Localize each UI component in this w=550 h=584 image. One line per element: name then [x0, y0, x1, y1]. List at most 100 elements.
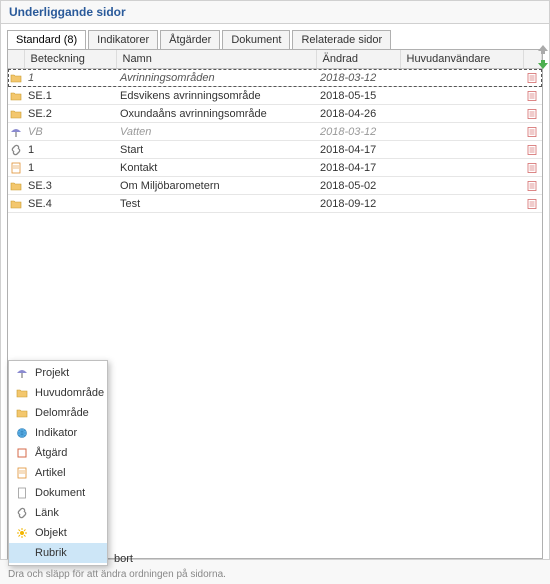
table-row[interactable]: 1Avrinningsområden2018-03-12 — [8, 69, 542, 87]
menu-item-label: Åtgärd — [35, 447, 67, 459]
cell-namn: Test — [116, 195, 316, 213]
folder-icon — [15, 406, 29, 420]
reorder-arrows — [536, 42, 550, 72]
folder-icon — [15, 386, 29, 400]
menu-item-dokument[interactable]: Dokument — [9, 483, 107, 503]
cell-huvudanvandare — [400, 87, 524, 105]
header-row: Beteckning Namn Ändrad Huvudanvändare — [8, 50, 542, 69]
menu-item-artikel[interactable]: Artikel — [9, 463, 107, 483]
menu-item-objekt[interactable]: Objekt — [9, 523, 107, 543]
cell-huvudanvandare — [400, 195, 524, 213]
folder-icon — [8, 69, 24, 87]
cell-andrad: 2018-03-12 — [316, 123, 400, 141]
row-action-icon[interactable] — [524, 159, 542, 177]
cell-andrad: 2018-05-02 — [316, 177, 400, 195]
doc-icon — [15, 466, 29, 480]
cell-beteckning: SE.1 — [24, 87, 116, 105]
sun-icon — [15, 526, 29, 540]
cell-beteckning: 1 — [24, 69, 116, 87]
cell-beteckning: 1 — [24, 141, 116, 159]
menu-item-label: Projekt — [35, 367, 69, 379]
row-action-icon[interactable] — [524, 123, 542, 141]
link-icon — [15, 506, 29, 520]
table-row[interactable]: 1Kontakt2018-04-17 — [8, 159, 542, 177]
cell-namn: Start — [116, 141, 316, 159]
cell-namn: Avrinningsområden — [116, 69, 316, 87]
doc-icon — [8, 159, 24, 177]
row-action-icon[interactable] — [524, 141, 542, 159]
cell-beteckning: 1 — [24, 159, 116, 177]
row-action-icon[interactable] — [524, 177, 542, 195]
cell-andrad: 2018-04-17 — [316, 141, 400, 159]
cell-namn: Kontakt — [116, 159, 316, 177]
tab-dokument[interactable]: Dokument — [222, 30, 290, 49]
tab-bar: Standard (8) Indikatorer Åtgärder Dokume… — [1, 24, 549, 49]
col-huvudanvandare[interactable]: Huvudanvändare — [400, 50, 524, 69]
cell-andrad: 2018-09-12 — [316, 195, 400, 213]
cell-huvudanvandare — [400, 123, 524, 141]
menu-item-rubrik[interactable]: Rubrik — [9, 543, 107, 563]
col-andrad[interactable]: Ändrad — [316, 50, 400, 69]
table-row[interactable]: SE.2Oxundaåns avrinningsområde2018-04-26 — [8, 105, 542, 123]
tab-relaterade[interactable]: Relaterade sidor — [292, 30, 391, 49]
cell-andrad: 2018-03-12 — [316, 69, 400, 87]
folder-icon — [8, 195, 24, 213]
move-down-icon[interactable] — [536, 58, 550, 72]
folder-icon — [8, 105, 24, 123]
menu-item-huvudområde[interactable]: Huvudområde — [9, 383, 107, 403]
col-namn[interactable]: Namn — [116, 50, 316, 69]
behind-text: bort — [114, 553, 133, 565]
table-row[interactable]: SE.1Edsvikens avrinningsområde2018-05-15 — [8, 87, 542, 105]
tab-atgarder[interactable]: Åtgärder — [160, 30, 220, 49]
col-beteckning[interactable]: Beteckning — [24, 50, 116, 69]
tab-indikatorer[interactable]: Indikatorer — [88, 30, 158, 49]
panel-title: Underliggande sidor — [1, 1, 549, 24]
context-menu: Projekt Huvudområde Delområde Indikator Åtgä… — [8, 360, 108, 566]
cell-andrad: 2018-04-26 — [316, 105, 400, 123]
cell-namn: Oxundaåns avrinningsområde — [116, 105, 316, 123]
blank-icon — [15, 546, 29, 560]
menu-item-åtgärd[interactable]: Åtgärd — [9, 443, 107, 463]
globe-icon — [15, 426, 29, 440]
menu-item-label: Länk — [35, 507, 59, 519]
cell-andrad: 2018-04-17 — [316, 159, 400, 177]
umbrella-icon — [15, 366, 29, 380]
menu-item-label: Delområde — [35, 407, 89, 419]
table-row[interactable]: SE.4Test2018-09-12 — [8, 195, 542, 213]
cell-huvudanvandare — [400, 69, 524, 87]
page-icon — [15, 486, 29, 500]
cell-namn: Om Miljöbarometern — [116, 177, 316, 195]
menu-item-label: Indikator — [35, 427, 77, 439]
cell-beteckning: VB — [24, 123, 116, 141]
row-action-icon[interactable] — [524, 87, 542, 105]
cell-andrad: 2018-05-15 — [316, 87, 400, 105]
menu-item-label: Dokument — [35, 487, 85, 499]
folder-icon — [8, 177, 24, 195]
menu-item-projekt[interactable]: Projekt — [9, 363, 107, 383]
square-icon — [15, 446, 29, 460]
cell-huvudanvandare — [400, 105, 524, 123]
menu-item-indikator[interactable]: Indikator — [9, 423, 107, 443]
tab-standard[interactable]: Standard (8) — [7, 30, 86, 49]
cell-namn: Edsvikens avrinningsområde — [116, 87, 316, 105]
cell-huvudanvandare — [400, 159, 524, 177]
menu-item-delområde[interactable]: Delområde — [9, 403, 107, 423]
cell-beteckning: SE.2 — [24, 105, 116, 123]
umbrella-icon — [8, 123, 24, 141]
table-row[interactable]: 1Start2018-04-17 — [8, 141, 542, 159]
cell-huvudanvandare — [400, 177, 524, 195]
link-icon — [8, 141, 24, 159]
move-up-icon[interactable] — [536, 42, 550, 56]
cell-huvudanvandare — [400, 141, 524, 159]
cell-namn: Vatten — [116, 123, 316, 141]
row-action-icon[interactable] — [524, 195, 542, 213]
row-action-icon[interactable] — [524, 105, 542, 123]
menu-item-länk[interactable]: Länk — [9, 503, 107, 523]
table-row[interactable]: VBVatten2018-03-12 — [8, 123, 542, 141]
pages-table: Beteckning Namn Ändrad Huvudanvändare 1A… — [8, 50, 542, 213]
menu-item-label: Artikel — [35, 467, 66, 479]
folder-icon — [8, 87, 24, 105]
footer-note: Dra och släpp för att ändra ordningen på… — [8, 569, 226, 580]
menu-item-label: Huvudområde — [35, 387, 104, 399]
table-row[interactable]: SE.3Om Miljöbarometern2018-05-02 — [8, 177, 542, 195]
